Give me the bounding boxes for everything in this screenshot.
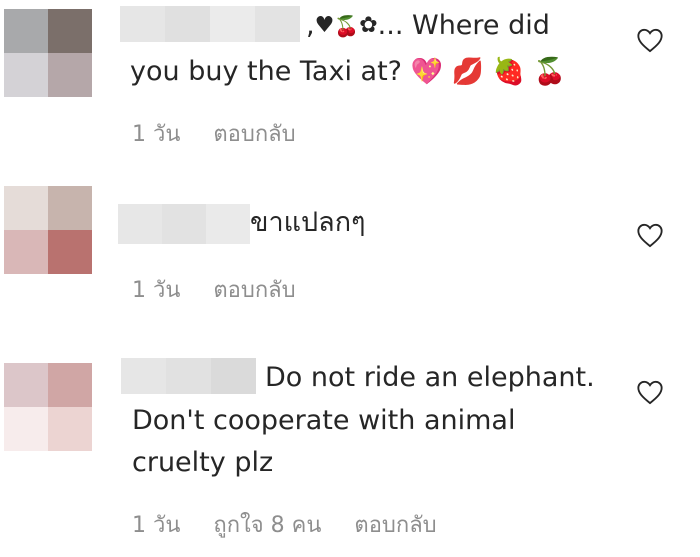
comment-text-line-3: cruelty plz xyxy=(132,447,274,478)
cherries-emoji: 🍒 xyxy=(533,57,566,87)
comment-text-line-2: you buy the Taxi at? 💖 💋 🍓 🍒 xyxy=(130,54,566,90)
heart-emoji: ♥ xyxy=(314,13,335,38)
avatar-tile xyxy=(4,186,48,230)
comment-meta: 1 วัน ตอบกลับ xyxy=(132,276,322,306)
avatar-tile xyxy=(4,407,48,451)
lips-emoji: 💋 xyxy=(451,57,484,87)
comment-text-prefix: , xyxy=(306,10,315,41)
like-heart-icon[interactable] xyxy=(636,222,664,248)
reply-button[interactable]: ตอบกลับ xyxy=(213,122,295,147)
comment-text-line-2: Don't cooperate with animal xyxy=(132,405,516,436)
avatar[interactable] xyxy=(4,363,92,451)
comment-text: ขาแปลกๆ xyxy=(250,207,366,238)
avatar-tile xyxy=(4,9,48,53)
avatar-tile xyxy=(48,9,92,53)
like-heart-icon[interactable] xyxy=(636,27,664,53)
comment-text-line-1: Do not ride an elephant. xyxy=(265,362,595,393)
comment-time[interactable]: 1 วัน xyxy=(132,513,180,538)
comment-meta: 1 วัน ถูกใจ 8 คน ตอบกลับ xyxy=(132,511,463,541)
sparkling-heart-emoji: 💖 xyxy=(410,57,443,87)
comment-text: you buy the Taxi at? xyxy=(130,56,402,87)
flower-emoji: ✿ xyxy=(359,13,378,38)
avatar[interactable] xyxy=(4,186,92,274)
avatar[interactable] xyxy=(4,9,92,97)
avatar-tile xyxy=(4,230,48,274)
comment-text-line-1: ,♥🍒✿... Where did xyxy=(306,8,550,44)
comment-text-suffix: ... Where did xyxy=(377,10,550,41)
comment-meta: 1 วัน ตอบกลับ xyxy=(132,120,322,150)
avatar-tile xyxy=(48,407,92,451)
reply-button[interactable]: ตอบกลับ xyxy=(354,513,436,538)
avatar-tile xyxy=(48,53,92,97)
username-blurred[interactable] xyxy=(118,204,250,244)
avatar-tile xyxy=(48,186,92,230)
avatar-tile xyxy=(48,363,92,407)
cherries-emoji: 🍒 xyxy=(334,14,360,38)
reply-button[interactable]: ตอบกลับ xyxy=(213,278,295,303)
strawberry-emoji: 🍓 xyxy=(492,57,525,87)
comment-time[interactable]: 1 วัน xyxy=(132,278,180,303)
username-blurred[interactable] xyxy=(121,358,256,394)
avatar-tile xyxy=(4,53,48,97)
likes-count[interactable]: ถูกใจ 8 คน xyxy=(213,513,321,538)
avatar-tile xyxy=(4,363,48,407)
username-blurred[interactable] xyxy=(120,6,300,42)
comment-time[interactable]: 1 วัน xyxy=(132,122,180,147)
avatar-tile xyxy=(48,230,92,274)
like-heart-icon[interactable] xyxy=(636,379,664,405)
